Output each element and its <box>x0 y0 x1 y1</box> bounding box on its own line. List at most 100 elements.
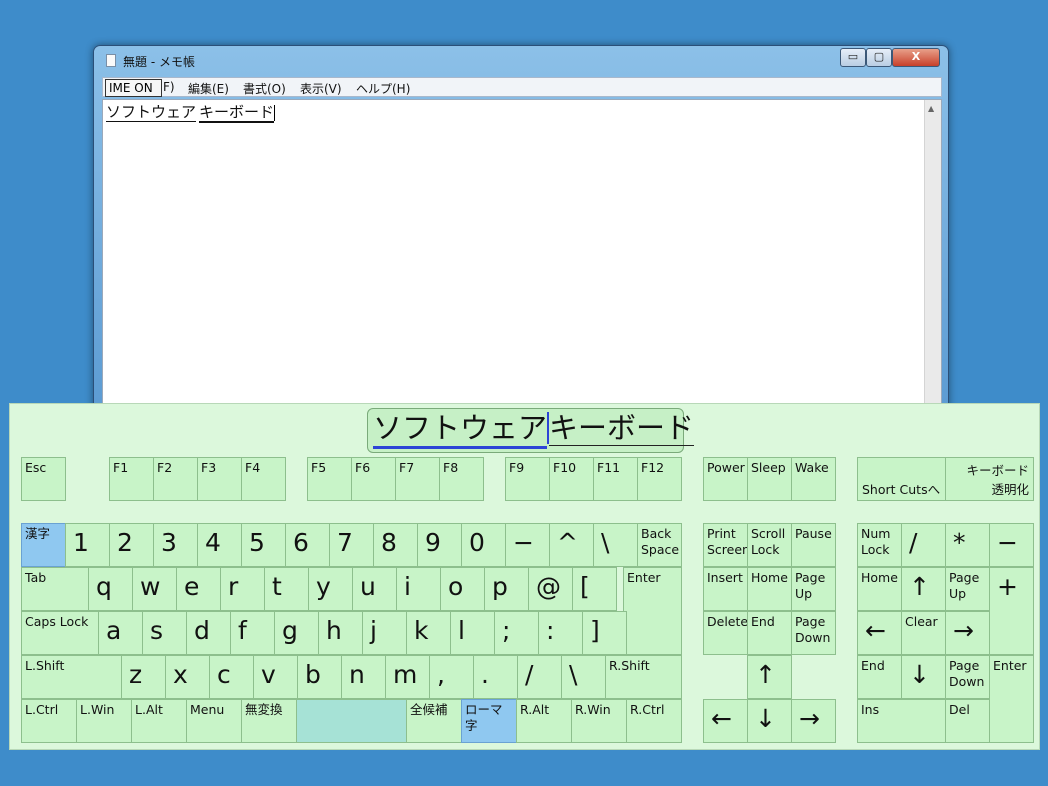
key-scrolllock[interactable]: Scroll Lock <box>747 523 792 567</box>
key-pageup[interactable]: Page Up <box>791 567 836 611</box>
maximize-button[interactable]: ▢ <box>866 48 892 67</box>
key-wake[interactable]: Wake <box>791 457 836 501</box>
key-m[interactable]: m <box>385 655 430 699</box>
key-arrow-right[interactable]: → <box>791 699 836 743</box>
key-delete[interactable]: Delete <box>703 611 748 655</box>
key-power[interactable]: Power <box>703 457 748 501</box>
key-tab[interactable]: Tab <box>21 567 89 611</box>
ime-status-button[interactable]: IME ON <box>105 79 162 97</box>
key-np-right[interactable]: → <box>945 611 990 655</box>
key-f1[interactable]: F1 <box>109 457 154 501</box>
key-n0[interactable]: 0 <box>461 523 506 567</box>
key-lctrl[interactable]: L.Ctrl <box>21 699 77 743</box>
key-arrow-left[interactable]: ← <box>703 699 748 743</box>
close-button[interactable]: X <box>892 48 940 67</box>
key-lshift[interactable]: L.Shift <box>21 655 122 699</box>
key-backslash[interactable]: \ <box>561 655 606 699</box>
key-np-home[interactable]: Home <box>857 567 902 611</box>
key-i[interactable]: i <box>396 567 441 611</box>
key-c[interactable]: c <box>209 655 254 699</box>
key-y[interactable]: y <box>308 567 353 611</box>
menu-format[interactable]: 書式(O) <box>243 80 286 97</box>
key-menu[interactable]: Menu <box>186 699 242 743</box>
key-slash[interactable]: / <box>517 655 562 699</box>
key-f11[interactable]: F11 <box>593 457 638 501</box>
key-comma[interactable]: , <box>429 655 474 699</box>
key-e[interactable]: e <box>176 567 221 611</box>
menu-file[interactable]: F) <box>163 80 175 94</box>
key-np-clear[interactable]: Clear <box>901 611 946 655</box>
key-sleep[interactable]: Sleep <box>747 457 792 501</box>
key-np-add[interactable]: + <box>989 567 1034 655</box>
key-yen[interactable]: \ <box>593 523 638 567</box>
key-np-down[interactable]: ↓ <box>901 655 946 699</box>
key-f7[interactable]: F7 <box>395 457 440 501</box>
key-np-left[interactable]: ← <box>857 611 902 655</box>
key-p[interactable]: p <box>484 567 529 611</box>
key-l[interactable]: l <box>450 611 495 655</box>
key-n[interactable]: n <box>341 655 386 699</box>
key-u[interactable]: u <box>352 567 397 611</box>
key-np-pgdn[interactable]: Page Down <box>945 655 990 699</box>
key-f9[interactable]: F9 <box>505 457 550 501</box>
key-arrow-down[interactable]: ↓ <box>747 699 792 743</box>
key-f5[interactable]: F5 <box>307 457 352 501</box>
key-shortcuts[interactable]: Short Cutsへ <box>857 457 946 501</box>
key-numlock[interactable]: Num Lock <box>857 523 902 567</box>
key-capslock[interactable]: Caps Lock <box>21 611 99 655</box>
key-n6[interactable]: 6 <box>285 523 330 567</box>
key-f4[interactable]: F4 <box>241 457 286 501</box>
menu-view[interactable]: 表示(V) <box>300 80 342 97</box>
key-backspace[interactable]: Back Space <box>637 523 682 567</box>
key-np-del[interactable]: Del <box>945 699 990 743</box>
key-f[interactable]: f <box>230 611 275 655</box>
key-period[interactable]: . <box>473 655 518 699</box>
key-colon[interactable]: : <box>538 611 583 655</box>
key-n1[interactable]: 1 <box>65 523 110 567</box>
key-s[interactable]: s <box>142 611 187 655</box>
key-z[interactable]: z <box>121 655 166 699</box>
key-b[interactable]: b <box>297 655 342 699</box>
key-np-sub[interactable]: − <box>989 523 1034 567</box>
key-end[interactable]: End <box>747 611 792 655</box>
key-o[interactable]: o <box>440 567 485 611</box>
key-space[interactable] <box>296 699 407 743</box>
key-r[interactable]: r <box>220 567 265 611</box>
key-lalt[interactable]: L.Alt <box>131 699 187 743</box>
key-d[interactable]: d <box>186 611 231 655</box>
key-np-end[interactable]: End <box>857 655 902 699</box>
key-kanji[interactable]: 漢字 <box>21 523 66 567</box>
key-f3[interactable]: F3 <box>197 457 242 501</box>
key-n2[interactable]: 2 <box>109 523 154 567</box>
key-arrow-up[interactable]: ↑ <box>747 655 792 699</box>
key-rshift[interactable]: R.Shift <box>605 655 682 699</box>
text-editor[interactable]: ソフトウェア キーボード ▲ <box>102 99 942 427</box>
key-f6[interactable]: F6 <box>351 457 396 501</box>
key-np-up[interactable]: ↑ <box>901 567 946 611</box>
key-f8[interactable]: F8 <box>439 457 484 501</box>
key-np-pgup[interactable]: Page Up <box>945 567 990 611</box>
key-rwin[interactable]: R.Win <box>571 699 627 743</box>
key-f12[interactable]: F12 <box>637 457 682 501</box>
key-at[interactable]: @ <box>528 567 573 611</box>
key-roma[interactable]: ローマ 字 <box>461 699 517 743</box>
key-rbracket[interactable]: ] <box>582 611 627 655</box>
key-v[interactable]: v <box>253 655 298 699</box>
key-pause[interactable]: Pause <box>791 523 836 567</box>
key-enter[interactable]: Enter <box>623 567 682 655</box>
scroll-up-arrow-icon[interactable]: ▲ <box>928 104 934 113</box>
vertical-scrollbar[interactable]: ▲ <box>924 100 941 427</box>
key-k[interactable]: k <box>406 611 451 655</box>
minimize-button[interactable]: ▭ <box>840 48 866 67</box>
key-t[interactable]: t <box>264 567 309 611</box>
key-rctrl[interactable]: R.Ctrl <box>626 699 682 743</box>
key-n8[interactable]: 8 <box>373 523 418 567</box>
key-np-ins[interactable]: Ins <box>857 699 946 743</box>
key-n7[interactable]: 7 <box>329 523 374 567</box>
key-h[interactable]: h <box>318 611 363 655</box>
key-caret[interactable]: ^ <box>549 523 594 567</box>
key-kbd-transparent[interactable]: キーボード 透明化 <box>945 457 1034 501</box>
key-lwin[interactable]: L.Win <box>76 699 132 743</box>
key-np-mul[interactable]: * <box>945 523 990 567</box>
key-n4[interactable]: 4 <box>197 523 242 567</box>
